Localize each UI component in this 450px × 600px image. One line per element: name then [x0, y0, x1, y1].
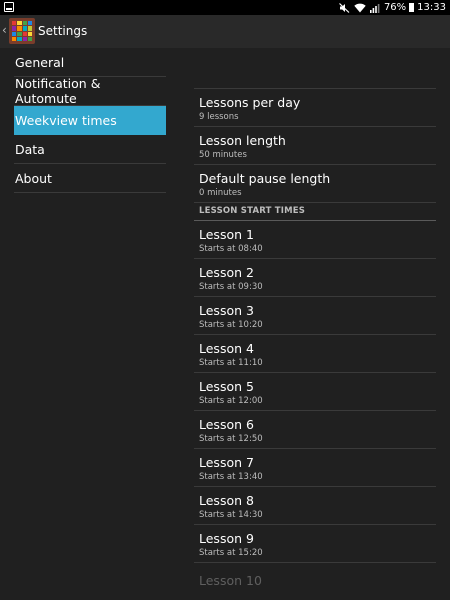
pref-lesson-length[interactable]: Lesson length 50 minutes: [194, 127, 436, 165]
signal-icon: [369, 3, 380, 13]
up-caret-icon[interactable]: ‹: [2, 23, 7, 37]
pref-title: Lesson 7: [199, 455, 254, 470]
nav-item-data[interactable]: Data: [14, 135, 166, 164]
battery-percent: 76%: [383, 2, 407, 13]
pref-summary: Starts at 12:00: [199, 396, 263, 406]
nav-item-notification-automute[interactable]: Notification & Automute: [14, 76, 166, 106]
pref-summary: Starts at 10:20: [199, 320, 263, 330]
status-icons: 76% 13:33: [339, 0, 446, 15]
action-bar: ‹ Settings: [0, 15, 450, 48]
pref-title: Lesson length: [199, 133, 286, 148]
pref-title: Lessons per day: [199, 95, 301, 110]
pref-title: Lesson 2: [199, 265, 254, 280]
pref-summary: 9 lessons: [199, 112, 239, 122]
pref-title: Lesson 10: [199, 573, 262, 588]
pref-summary: Starts at 08:40: [199, 244, 263, 254]
pref-title: Lesson 8: [199, 493, 254, 508]
pref-lessons-per-day[interactable]: Lessons per day 9 lessons: [194, 89, 436, 127]
pref-lesson-2[interactable]: Lesson 2 Starts at 09:30: [194, 259, 436, 297]
category-header-lesson-start-times: LESSON START TIMES: [194, 203, 436, 221]
pref-lesson-5[interactable]: Lesson 5 Starts at 12:00: [194, 373, 436, 411]
pref-lesson-7[interactable]: Lesson 7 Starts at 13:40: [194, 449, 436, 487]
clock: 13:33: [417, 2, 446, 13]
pref-summary: Starts at 15:20: [199, 548, 263, 558]
pref-title: Default pause length: [199, 171, 331, 186]
pref-summary: 50 minutes: [199, 150, 247, 160]
preferences-pane: Lessons per day 9 lessons Lesson length …: [194, 88, 436, 600]
app-grid-icon[interactable]: [9, 18, 35, 44]
settings-nav: General Notification & Automute Weekview…: [14, 48, 166, 193]
pref-summary: Starts at 09:30: [199, 282, 263, 292]
nav-item-general[interactable]: General: [14, 48, 166, 77]
pref-title: Lesson 3: [199, 303, 254, 318]
pref-lesson-3[interactable]: Lesson 3 Starts at 10:20: [194, 297, 436, 335]
pref-lesson-6[interactable]: Lesson 6 Starts at 12:50: [194, 411, 436, 449]
pref-title: Lesson 1: [199, 227, 254, 242]
pref-summary: Starts at 14:30: [199, 510, 263, 520]
wifi-icon: [354, 3, 366, 12]
pref-summary: Starts at 12:50: [199, 434, 263, 444]
status-bar: 76% 13:33: [0, 0, 450, 15]
pref-lesson-10: Lesson 10: [194, 563, 436, 600]
notification-icon: [4, 2, 14, 12]
pref-lesson-9[interactable]: Lesson 9 Starts at 15:20: [194, 525, 436, 563]
nav-item-weekview-times[interactable]: Weekview times: [14, 106, 166, 135]
page-title: Settings: [38, 24, 88, 38]
pref-default-pause-length[interactable]: Default pause length 0 minutes: [194, 165, 436, 203]
pref-title: Lesson 4: [199, 341, 254, 356]
pref-lesson-1[interactable]: Lesson 1 Starts at 08:40: [194, 221, 436, 259]
pref-lesson-8[interactable]: Lesson 8 Starts at 14:30: [194, 487, 436, 525]
pref-title: Lesson 9: [199, 531, 254, 546]
pref-summary: 0 minutes: [199, 188, 242, 198]
pref-summary: Starts at 13:40: [199, 472, 263, 482]
pref-title: Lesson 6: [199, 417, 254, 432]
pref-summary: Starts at 11:10: [199, 358, 263, 368]
nav-item-about[interactable]: About: [14, 164, 166, 193]
pref-lesson-4[interactable]: Lesson 4 Starts at 11:10: [194, 335, 436, 373]
battery-icon: [409, 3, 415, 12]
mute-icon: [339, 2, 350, 13]
pref-title: Lesson 5: [199, 379, 254, 394]
